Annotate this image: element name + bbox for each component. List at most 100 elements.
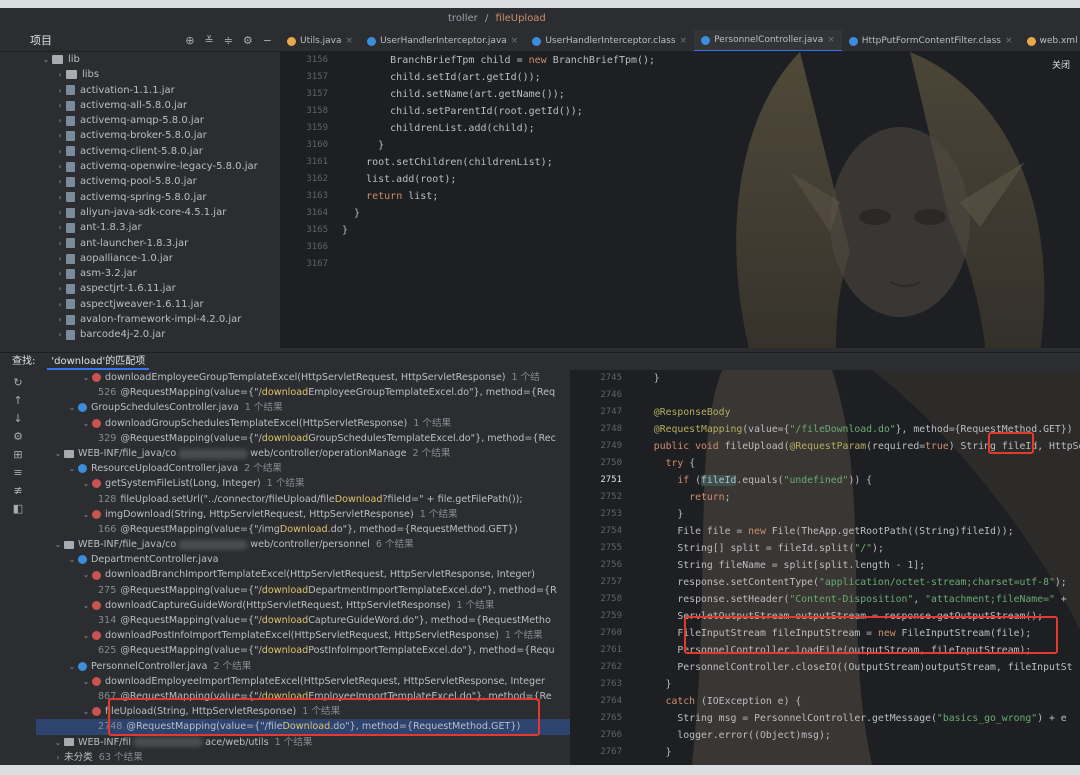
- result-row[interactable]: ⌄ WEB-INF/file_java/co web/controller/pers…: [36, 537, 570, 552]
- result-row[interactable]: 128 fileUpload.setUrl("../connector/fileU…: [36, 492, 570, 507]
- code-line[interactable]: }: [642, 744, 1080, 761]
- result-row[interactable]: ⌄ PersonnelController.java 2 个结果: [36, 659, 570, 674]
- code-line[interactable]: [342, 239, 655, 256]
- tree-item[interactable]: › activemq-all-5.8.0.jar: [0, 98, 280, 113]
- code-line[interactable]: list.add(root);: [342, 171, 655, 188]
- chevron-right-icon[interactable]: ›: [54, 113, 66, 128]
- result-row[interactable]: 526 @RequestMapping(value={"/download Empl…: [36, 385, 570, 400]
- code-line[interactable]: PersonnelController.closeIO((OutputStrea…: [642, 659, 1080, 676]
- tree-item[interactable]: › ant-launcher-1.8.3.jar: [0, 236, 280, 251]
- result-row[interactable]: 314 @RequestMapping(value={"/download Capt…: [36, 613, 570, 628]
- result-row[interactable]: ⌄ downloadPostInfoImportTemplateExcel(Htt…: [36, 628, 570, 643]
- code-line[interactable]: }: [342, 137, 655, 154]
- chevron-down-icon[interactable]: ⌄: [52, 735, 64, 750]
- result-row[interactable]: 2748 @RequestMapping(value={"/file Downloa…: [36, 719, 570, 735]
- code-text-bottom[interactable]: } @ResponseBody @RequestMapping(value={"…: [642, 370, 1080, 761]
- close-icon[interactable]: ×: [511, 36, 519, 46]
- chevron-down-icon[interactable]: ⌄: [80, 370, 92, 385]
- locate-icon[interactable]: ⊕: [185, 30, 194, 52]
- tree-item[interactable]: › aliyun-java-sdk-core-4.5.1.jar: [0, 205, 280, 220]
- result-row[interactable]: 867 @RequestMapping(value={"/download Empl…: [36, 689, 570, 704]
- code-text-top[interactable]: BranchBriefTpm child = new BranchBriefTp…: [342, 52, 655, 273]
- chevron-right-icon[interactable]: ›: [54, 312, 66, 327]
- preview-icon[interactable]: ◧: [13, 502, 23, 515]
- chevron-down-icon[interactable]: ⌄: [66, 552, 78, 567]
- code-line[interactable]: }: [342, 205, 655, 222]
- result-row[interactable]: 329 @RequestMapping(value={"/download Grou…: [36, 431, 570, 446]
- tree-item[interactable]: › activemq-pool-5.8.0.jar: [0, 174, 280, 189]
- code-line[interactable]: return;: [642, 489, 1080, 506]
- chevron-right-icon[interactable]: ›: [54, 83, 66, 98]
- chevron-down-icon[interactable]: ⌄: [80, 416, 92, 431]
- chevron-right-icon[interactable]: ›: [54, 281, 66, 296]
- tab-5[interactable]: web.xml×: [1020, 30, 1080, 51]
- code-line[interactable]: childrenList.add(child);: [342, 120, 655, 137]
- tree-item[interactable]: ⌄ lib: [0, 52, 280, 67]
- close-icon[interactable]: ×: [1005, 36, 1013, 46]
- tree-item[interactable]: › activemq-broker-5.8.0.jar: [0, 128, 280, 143]
- result-row[interactable]: 166 @RequestMapping(value={"/img Download.…: [36, 522, 570, 537]
- chevron-right-icon[interactable]: ›: [54, 144, 66, 159]
- project-title[interactable]: 项目: [30, 30, 52, 52]
- code-line[interactable]: [342, 256, 655, 273]
- collapse-icon[interactable]: ≢: [13, 484, 22, 497]
- result-row[interactable]: ⌄ downloadCaptureGuideWord(HttpServletReq…: [36, 598, 570, 613]
- collapse-all-icon[interactable]: ≚: [204, 30, 213, 52]
- tree-item[interactable]: › activemq-amqp-5.8.0.jar: [0, 113, 280, 128]
- chevron-right-icon[interactable]: ›: [54, 67, 66, 82]
- code-line[interactable]: child.setName(art.getName());: [342, 86, 655, 103]
- close-icon[interactable]: ×: [680, 36, 688, 46]
- minimize-icon[interactable]: −: [263, 30, 272, 52]
- chevron-right-icon[interactable]: ›: [54, 220, 66, 235]
- chevron-right-icon[interactable]: ›: [54, 128, 66, 143]
- tree-item[interactable]: › activemq-openwire-legacy-5.8.0.jar: [0, 159, 280, 174]
- chevron-right-icon[interactable]: ›: [54, 190, 66, 205]
- code-line[interactable]: BranchBriefTpm child = new BranchBriefTp…: [342, 52, 655, 69]
- chevron-down-icon[interactable]: ⌄: [80, 567, 92, 582]
- chevron-right-icon[interactable]: ›: [54, 266, 66, 281]
- chevron-down-icon[interactable]: ⌄: [52, 537, 64, 552]
- tree-item[interactable]: › activemq-spring-5.8.0.jar: [0, 190, 280, 205]
- chevron-down-icon[interactable]: ⌄: [80, 598, 92, 613]
- code-line[interactable]: }: [342, 222, 655, 239]
- close-icon[interactable]: ×: [827, 35, 835, 45]
- code-line[interactable]: response.setHeader("Content-Disposition"…: [642, 591, 1080, 608]
- tree-item[interactable]: › libs: [0, 67, 280, 82]
- chevron-right-icon[interactable]: ›: [54, 236, 66, 251]
- arrow-up-icon[interactable]: ↑: [13, 394, 22, 407]
- tab-3[interactable]: PersonnelController.java ×: [694, 30, 842, 51]
- result-row[interactable]: ⌄ getSystemFileList(Long, Integer) 1 个结果: [36, 476, 570, 491]
- chevron-down-icon[interactable]: ⌄: [66, 659, 78, 674]
- tree-item[interactable]: › asm-3.2.jar: [0, 266, 280, 281]
- chevron-right-icon[interactable]: ›: [54, 159, 66, 174]
- result-row[interactable]: › 未分类 63 个结果: [36, 750, 570, 765]
- code-line[interactable]: catch (IOException e) {: [642, 693, 1080, 710]
- tab-0[interactable]: Utils.java ×: [280, 30, 360, 51]
- tree-item[interactable]: › aopalliance-1.0.jar: [0, 251, 280, 266]
- code-line[interactable]: ServletOutputStream outputStream = respo…: [642, 608, 1080, 625]
- tree-item[interactable]: › activemq-client-5.8.0.jar: [0, 144, 280, 159]
- result-row[interactable]: ⌄ downloadGroupSchedulesTemplateExcel(Htt…: [36, 416, 570, 431]
- expand-all-icon[interactable]: ≑: [224, 30, 233, 52]
- result-row[interactable]: 625 @RequestMapping(value={"/download Post…: [36, 643, 570, 658]
- refresh-icon[interactable]: ↻: [13, 376, 22, 389]
- chevron-right-icon[interactable]: ›: [54, 98, 66, 113]
- project-tree[interactable]: ⌄ lib › libs › activation-1.1.1.jar › activemq-…: [0, 52, 280, 348]
- code-line[interactable]: child.setId(art.getId());: [342, 69, 655, 86]
- result-row[interactable]: ⌄ downloadEmployeeImportTemplateExcel(Htt…: [36, 674, 570, 689]
- chevron-down-icon[interactable]: ⌄: [80, 674, 92, 689]
- find-query-tab[interactable]: 'download'的匹配项: [47, 353, 150, 370]
- result-row[interactable]: ⌄ imgDownload(String, HttpServletRequest,…: [36, 507, 570, 522]
- chevron-down-icon[interactable]: ⌄: [80, 628, 92, 643]
- find-results-tree[interactable]: ⌄ downloadEmployeeGroupTemplateExcel(Http…: [36, 370, 570, 765]
- chevron-right-icon[interactable]: ›: [54, 297, 66, 312]
- expand-icon[interactable]: ≡: [13, 466, 22, 479]
- result-row[interactable]: ⌄ GroupSchedulesController.java 1 个结果: [36, 400, 570, 415]
- code-line[interactable]: @RequestMapping(value={"/fileDownload.do…: [642, 421, 1080, 438]
- chevron-down-icon[interactable]: ⌄: [66, 400, 78, 415]
- tab-1[interactable]: UserHandlerInterceptor.java ×: [360, 30, 525, 51]
- result-row[interactable]: ⌄ downloadBranchImportTemplateExcel(HttpS…: [36, 567, 570, 582]
- code-line[interactable]: @ResponseBody: [642, 404, 1080, 421]
- chevron-right-icon[interactable]: ›: [52, 750, 64, 765]
- code-line[interactable]: try {: [642, 455, 1080, 472]
